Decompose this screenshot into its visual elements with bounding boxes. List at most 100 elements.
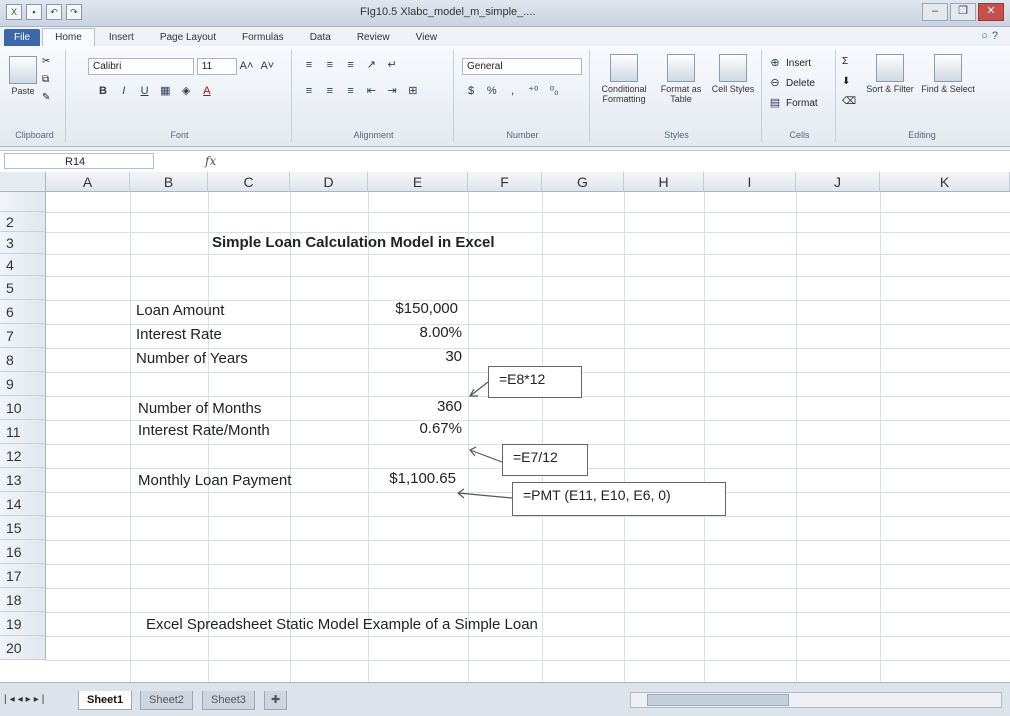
insert-function-icon[interactable]: fx bbox=[205, 154, 216, 168]
shrink-font-icon[interactable]: A˅ bbox=[260, 60, 274, 72]
name-box[interactable]: R14 bbox=[4, 153, 154, 169]
row-header-4[interactable]: 4 bbox=[0, 254, 46, 276]
insert-sheet-icon[interactable]: ✚ bbox=[264, 691, 288, 710]
font-size-select[interactable]: 11 bbox=[196, 58, 237, 75]
row-header-1[interactable] bbox=[0, 192, 46, 212]
sheet-tab-sheet2[interactable]: Sheet2 bbox=[140, 691, 193, 710]
row-header-5[interactable]: 5 bbox=[0, 276, 46, 300]
column-header-g[interactable]: G bbox=[542, 172, 624, 192]
column-header-d[interactable]: D bbox=[290, 172, 368, 192]
tab-insert[interactable]: Insert bbox=[97, 29, 146, 46]
loan-amount-value[interactable]: $150,000 bbox=[368, 300, 458, 317]
row-header-13[interactable]: 13 bbox=[0, 468, 46, 492]
merge-center-icon[interactable]: ⊞ bbox=[406, 84, 420, 97]
save-icon[interactable]: ▪ bbox=[26, 4, 42, 20]
paste-button[interactable]: Paste bbox=[8, 56, 38, 96]
help-icon[interactable]: ? bbox=[992, 30, 1002, 42]
tab-file[interactable]: File bbox=[4, 29, 41, 46]
tab-home[interactable]: Home bbox=[42, 28, 95, 46]
row-header-2[interactable]: 2 bbox=[0, 212, 46, 232]
row-header-11[interactable]: 11 bbox=[0, 420, 46, 444]
row-header-20[interactable]: 20 bbox=[0, 636, 46, 660]
number-of-years-value[interactable]: 30 bbox=[368, 348, 462, 365]
worksheet-grid[interactable]: A B C D E F G H I J K 2 3 4 5 6 7 8 9 10… bbox=[0, 172, 1010, 682]
insert-cells-button[interactable]: ⊕ Insert bbox=[768, 56, 811, 69]
select-all-corner[interactable] bbox=[0, 172, 46, 192]
tab-review[interactable]: Review bbox=[345, 29, 402, 46]
find-select-button[interactable]: Find & Select bbox=[920, 54, 976, 94]
sheet-title-cell[interactable]: Simple Loan Calculation Model in Excel bbox=[212, 234, 495, 251]
row-header-8[interactable]: 8 bbox=[0, 348, 46, 372]
column-header-i[interactable]: I bbox=[704, 172, 796, 192]
delete-cells-button[interactable]: ⊖ Delete bbox=[768, 76, 815, 89]
align-middle-icon[interactable]: ≡ bbox=[323, 59, 337, 71]
row-header-19[interactable]: 19 bbox=[0, 612, 46, 636]
monthly-payment-label[interactable]: Monthly Loan Payment bbox=[138, 472, 291, 489]
scrollbar-thumb[interactable] bbox=[647, 694, 789, 706]
decrease-decimal-icon[interactable]: ⁰₀ bbox=[547, 84, 561, 97]
column-header-e[interactable]: E bbox=[368, 172, 468, 192]
minimize-button[interactable]: – bbox=[922, 3, 948, 21]
number-of-months-label[interactable]: Number of Months bbox=[138, 400, 261, 417]
comma-button[interactable]: , bbox=[506, 85, 520, 97]
monthly-payment-value[interactable]: $1,100.65 bbox=[368, 470, 456, 487]
decrease-indent-icon[interactable]: ⇤ bbox=[364, 84, 378, 97]
row-header-14[interactable]: 14 bbox=[0, 492, 46, 516]
row-header-7[interactable]: 7 bbox=[0, 324, 46, 348]
column-header-j[interactable]: J bbox=[796, 172, 880, 192]
number-of-years-label[interactable]: Number of Years bbox=[136, 350, 248, 367]
first-sheet-icon[interactable]: |◂ bbox=[4, 694, 18, 705]
align-bottom-icon[interactable]: ≡ bbox=[344, 59, 358, 71]
row-header-3[interactable]: 3 bbox=[0, 232, 46, 254]
increase-decimal-icon[interactable]: ⁺⁰ bbox=[526, 84, 540, 97]
format-cells-button[interactable]: ▤ Format bbox=[768, 96, 818, 109]
row-header-6[interactable]: 6 bbox=[0, 300, 46, 324]
ribbon-minimize-icon[interactable]: ○ bbox=[981, 30, 992, 42]
row-header-17[interactable]: 17 bbox=[0, 564, 46, 588]
row-header-10[interactable]: 10 bbox=[0, 396, 46, 420]
redo-icon[interactable]: ↷ bbox=[66, 4, 82, 20]
row-header-9[interactable]: 9 bbox=[0, 372, 46, 396]
loan-amount-label[interactable]: Loan Amount bbox=[136, 302, 224, 319]
interest-rate-month-label[interactable]: Interest Rate/Month bbox=[138, 422, 270, 439]
grow-font-icon[interactable]: A˄ bbox=[240, 60, 254, 72]
align-top-icon[interactable]: ≡ bbox=[302, 59, 316, 71]
row-header-16[interactable]: 16 bbox=[0, 540, 46, 564]
clear-icon[interactable]: ⌫ bbox=[842, 96, 856, 107]
copy-icon[interactable]: ⧉ bbox=[42, 74, 49, 85]
font-name-select[interactable]: Calibri bbox=[88, 58, 194, 75]
undo-icon[interactable]: ↶ bbox=[46, 4, 62, 20]
horizontal-scrollbar[interactable] bbox=[630, 692, 1002, 708]
cell-styles-button[interactable]: Cell Styles bbox=[710, 54, 756, 94]
last-sheet-icon[interactable]: ▸| bbox=[34, 694, 48, 705]
interest-rate-value[interactable]: 8.00% bbox=[368, 324, 462, 341]
maximize-button[interactable]: ❐ bbox=[950, 3, 976, 21]
underline-button[interactable]: U bbox=[138, 85, 152, 97]
align-center-icon[interactable]: ≡ bbox=[323, 85, 337, 97]
align-left-icon[interactable]: ≡ bbox=[302, 85, 316, 97]
sheet-tab-sheet1[interactable]: Sheet1 bbox=[78, 691, 133, 710]
borders-icon[interactable]: ▦ bbox=[158, 84, 172, 97]
column-header-b[interactable]: B bbox=[130, 172, 208, 192]
wrap-text-icon[interactable]: ↵ bbox=[385, 58, 399, 71]
column-header-f[interactable]: F bbox=[468, 172, 542, 192]
interest-rate-month-value[interactable]: 0.67% bbox=[368, 420, 462, 437]
column-header-a[interactable]: A bbox=[46, 172, 130, 192]
format-painter-icon[interactable]: ✎ bbox=[42, 92, 50, 103]
interest-rate-label[interactable]: Interest Rate bbox=[136, 326, 222, 343]
row-header-12[interactable]: 12 bbox=[0, 444, 46, 468]
sort-filter-button[interactable]: Sort & Filter bbox=[864, 54, 916, 94]
column-header-c[interactable]: C bbox=[208, 172, 290, 192]
number-of-months-value[interactable]: 360 bbox=[368, 398, 462, 415]
orientation-icon[interactable]: ↗ bbox=[364, 58, 378, 71]
sheet-tab-sheet3[interactable]: Sheet3 bbox=[202, 691, 255, 710]
column-header-h[interactable]: H bbox=[624, 172, 704, 192]
currency-button[interactable]: $ bbox=[464, 85, 478, 97]
row-header-18[interactable]: 18 bbox=[0, 588, 46, 612]
format-as-table-button[interactable]: Format as Table bbox=[654, 54, 708, 104]
align-right-icon[interactable]: ≡ bbox=[344, 85, 358, 97]
increase-indent-icon[interactable]: ⇥ bbox=[385, 84, 399, 97]
bold-button[interactable]: B bbox=[96, 85, 110, 97]
percent-button[interactable]: % bbox=[485, 85, 499, 97]
conditional-formatting-button[interactable]: Conditional Formatting bbox=[596, 54, 652, 104]
